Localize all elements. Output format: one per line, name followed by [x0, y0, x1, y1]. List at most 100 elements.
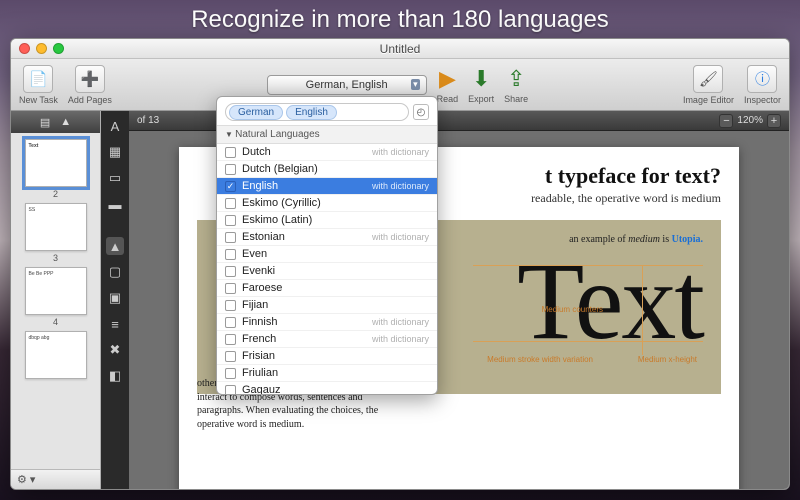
cut-area-tool-icon[interactable]: ▣: [106, 289, 124, 307]
language-checkbox[interactable]: [225, 249, 236, 260]
language-checkbox[interactable]: [225, 351, 236, 362]
dictionary-badge: with dictionary: [372, 181, 429, 191]
new-task-label: New Task: [19, 95, 58, 105]
new-task-icon: 📄: [23, 65, 53, 93]
zoom-control: − 120% +: [719, 114, 781, 128]
add-area-tool-icon[interactable]: ▢: [106, 263, 124, 281]
thumbnail-preview: SS: [25, 203, 87, 251]
read-label: Read: [437, 94, 459, 104]
language-row[interactable]: Even: [217, 246, 437, 263]
export-button[interactable]: ⬇ Export: [468, 66, 494, 104]
thumbnail-page[interactable]: Be Be PPP 4: [21, 267, 91, 327]
picture-tool-icon[interactable]: ▭: [106, 169, 124, 187]
language-row[interactable]: Eskimo (Latin): [217, 212, 437, 229]
pointer-tool-icon[interactable]: ▲: [106, 237, 124, 255]
language-name: French: [242, 333, 276, 345]
language-token-field[interactable]: German English ◴: [217, 97, 437, 125]
editor-tools: A ▦ ▭ ▬ ▲ ▢ ▣ ≡ ✖ ◧: [101, 111, 129, 489]
add-pages-label: Add Pages: [68, 95, 112, 105]
thumbnail-page[interactable]: SS 3: [21, 203, 91, 263]
language-token[interactable]: German: [229, 105, 283, 120]
zoom-out-button[interactable]: −: [719, 114, 733, 128]
desktop-wallpaper: Recognize in more than 180 languages Unt…: [0, 0, 800, 500]
language-checkbox[interactable]: [225, 147, 236, 158]
language-name: Fijian: [242, 299, 268, 311]
language-selector-value: German, English: [306, 79, 388, 91]
delete-tool-icon[interactable]: ✖: [106, 341, 124, 359]
language-name: Frisian: [242, 350, 275, 362]
thumbnail-page[interactable]: Text 2: [21, 139, 91, 199]
page-count-label: of 13: [137, 115, 159, 126]
language-checkbox[interactable]: [225, 385, 236, 395]
eraser-tool-icon[interactable]: ◧: [106, 367, 124, 385]
gear-icon[interactable]: ⚙ ▾: [17, 473, 35, 486]
thumbnail-preview: Be Be PPP: [25, 267, 87, 315]
dictionary-badge: with dictionary: [372, 317, 429, 327]
language-checkbox[interactable]: [225, 164, 236, 175]
language-name: Eskimo (Cyrillic): [242, 197, 321, 209]
share-button[interactable]: ⇪ Share: [504, 66, 528, 104]
language-token[interactable]: English: [286, 105, 337, 120]
dictionary-badge: with dictionary: [372, 232, 429, 242]
thumbnail-preview: dbqp abg: [25, 331, 87, 379]
table-tool-icon[interactable]: ▦: [106, 143, 124, 161]
language-row[interactable]: Frisian: [217, 348, 437, 365]
recent-languages-icon[interactable]: ◴: [413, 104, 429, 120]
new-task-button[interactable]: 📄 New Task: [19, 65, 58, 105]
share-icon: ⇪: [507, 66, 525, 92]
pages-tab-icon[interactable]: ▤: [40, 116, 50, 129]
language-name: Estonian: [242, 231, 285, 243]
language-name: Evenki: [242, 265, 275, 277]
language-checkbox[interactable]: [225, 317, 236, 328]
dictionary-badge: with dictionary: [372, 334, 429, 344]
language-row[interactable]: Dutchwith dictionary: [217, 144, 437, 161]
add-pages-button[interactable]: ➕ Add Pages: [68, 65, 112, 105]
read-button[interactable]: ▶ Read: [437, 66, 459, 104]
language-row[interactable]: Finnish with dictionary: [217, 314, 437, 331]
marketing-headline: Recognize in more than 180 languages: [191, 6, 609, 34]
language-checkbox[interactable]: [225, 266, 236, 277]
language-row[interactable]: Fijian: [217, 297, 437, 314]
language-row[interactable]: Estonian with dictionary: [217, 229, 437, 246]
thumbnail-number: 4: [53, 317, 58, 327]
zoom-in-button[interactable]: +: [767, 114, 781, 128]
image-editor-button[interactable]: 🖌 Image Editor: [683, 65, 734, 105]
language-list[interactable]: Dutchwith dictionary Dutch (Belgian) Engli…: [217, 144, 437, 394]
language-row[interactable]: French with dictionary: [217, 331, 437, 348]
inspector-button[interactable]: ⓘ Inspector: [744, 65, 781, 105]
language-section-header: Natural Languages: [217, 125, 437, 144]
language-selector[interactable]: German, English: [267, 75, 427, 95]
thumbnail-list[interactable]: Text 2 SS 3 Be Be PPP 4 dbqp abg: [11, 133, 100, 469]
language-name: Finnish: [242, 316, 277, 328]
language-checkbox[interactable]: [225, 232, 236, 243]
language-row[interactable]: Eskimo (Cyrillic): [217, 195, 437, 212]
background-tool-icon[interactable]: ▬: [106, 195, 124, 213]
image-editor-label: Image Editor: [683, 95, 734, 105]
titlebar[interactable]: Untitled: [11, 39, 789, 59]
language-checkbox[interactable]: [225, 215, 236, 226]
language-checkbox[interactable]: [225, 198, 236, 209]
language-checkbox[interactable]: [225, 181, 236, 192]
dictionary-badge: with dictionary: [372, 147, 429, 157]
thumbnail-tabs: ▤ ▲: [11, 111, 100, 133]
language-checkbox[interactable]: [225, 283, 236, 294]
language-name: Friulian: [242, 367, 278, 379]
inspector-label: Inspector: [744, 95, 781, 105]
thumbnail-page[interactable]: dbqp abg: [21, 331, 91, 379]
alerts-tab-icon[interactable]: ▲: [60, 116, 71, 128]
order-tool-icon[interactable]: ≡: [106, 315, 124, 333]
language-row[interactable]: Dutch (Belgian): [217, 161, 437, 178]
language-row[interactable]: Englishwith dictionary: [217, 178, 437, 195]
text-area-tool-icon[interactable]: A: [106, 117, 124, 135]
language-row[interactable]: Faroese: [217, 280, 437, 297]
language-name: Even: [242, 248, 267, 260]
share-label: Share: [504, 94, 528, 104]
language-row[interactable]: Evenki: [217, 263, 437, 280]
language-checkbox[interactable]: [225, 300, 236, 311]
language-row[interactable]: Friulian: [217, 365, 437, 382]
thumbnails-footer: ⚙ ▾: [11, 469, 100, 489]
language-row[interactable]: Gagauz: [217, 382, 437, 394]
language-checkbox[interactable]: [225, 334, 236, 345]
language-checkbox[interactable]: [225, 368, 236, 379]
language-name: Dutch (Belgian): [242, 163, 318, 175]
